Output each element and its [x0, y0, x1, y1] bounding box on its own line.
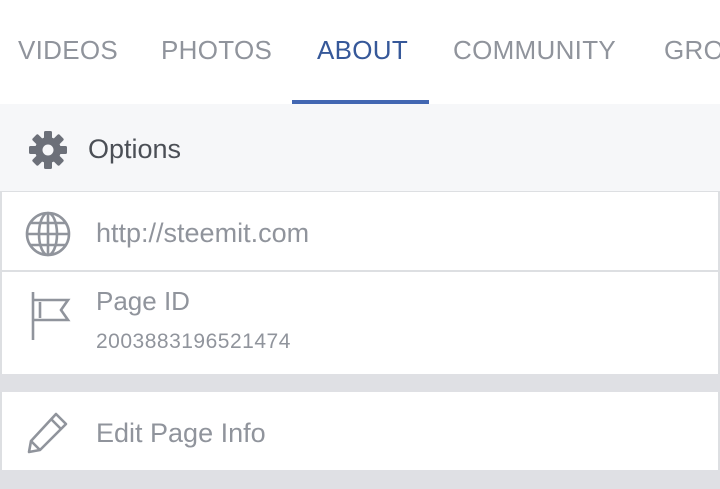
edit-page-info-row[interactable]: Edit Page Info: [2, 392, 718, 470]
flag-icon: [30, 290, 72, 349]
tab-bar: VIDEOS PHOTOS ABOUT COMMUNITY GROUPS: [0, 0, 720, 104]
edit-page-info-label: Edit Page Info: [96, 418, 266, 448]
pencil-icon: [26, 410, 70, 459]
tab-about[interactable]: ABOUT: [317, 0, 408, 104]
page-id-label: Page ID: [96, 286, 190, 316]
gear-icon: [28, 130, 68, 170]
globe-icon: [24, 210, 72, 263]
tab-groups[interactable]: GROUPS: [664, 0, 720, 104]
options-label: Options: [88, 134, 182, 164]
website-row[interactable]: http://steemit.com: [2, 192, 718, 270]
website-link[interactable]: http://steemit.com: [96, 192, 309, 274]
page-id-row: Page ID 2003883196521474: [2, 272, 718, 374]
about-card: http://steemit.com Page ID 2003883196521…: [0, 192, 720, 374]
tab-videos[interactable]: VIDEOS: [18, 0, 118, 104]
page-id-value: 2003883196521474: [96, 330, 291, 353]
options-bar[interactable]: Options: [0, 104, 720, 192]
edit-card: Edit Page Info: [0, 392, 720, 470]
tab-community[interactable]: COMMUNITY: [453, 0, 616, 104]
tab-photos[interactable]: PHOTOS: [161, 0, 272, 104]
